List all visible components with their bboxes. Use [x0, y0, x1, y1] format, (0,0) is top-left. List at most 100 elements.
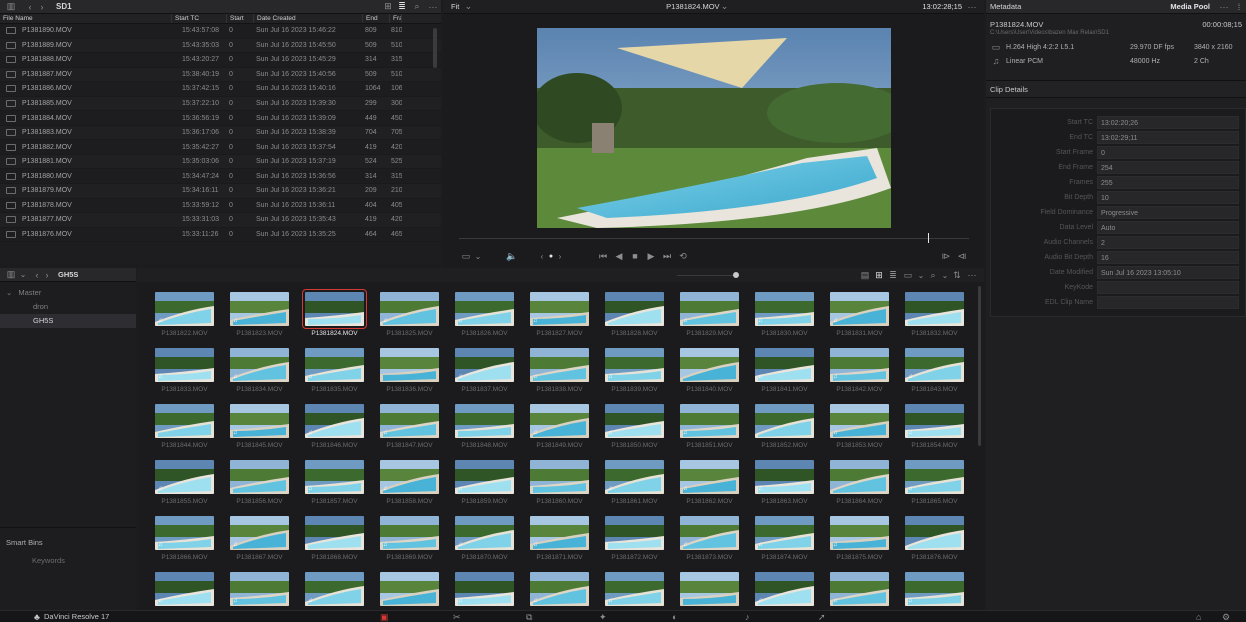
list-view-icon[interactable]: ≣: [395, 1, 409, 12]
clip-thumbnail[interactable]: [380, 348, 439, 382]
clip-thumbnail[interactable]: [155, 404, 214, 438]
mark-out-icon[interactable]: ⧏: [954, 251, 970, 262]
viewer-layout-icon[interactable]: ▭: [459, 251, 473, 262]
clip-thumbnail[interactable]: ♫: [605, 572, 664, 606]
col-end[interactable]: End: [363, 14, 390, 23]
clip-thumbnail[interactable]: ♫: [230, 572, 289, 606]
clip-thumbnail[interactable]: ♫: [755, 348, 814, 382]
clip-thumbnail[interactable]: [680, 348, 739, 382]
file-list-row[interactable]: P1381889.MOV 15:43:35:03 0 Sun Jul 16 2023 …: [0, 38, 441, 54]
edit-icon[interactable]: ⧉: [526, 611, 532, 622]
grid-search-icon[interactable]: ⌕: [926, 270, 940, 281]
clip-details-header[interactable]: Clip Details: [986, 80, 1246, 98]
metadata-field-value[interactable]: Sun Jul 16 2023 13:05:10: [1097, 266, 1239, 279]
color-icon[interactable]: ◐: [672, 611, 677, 622]
col-start[interactable]: Start: [227, 14, 254, 23]
clip-thumbnail[interactable]: ♫: [155, 516, 214, 550]
clip-thumbnail[interactable]: ♫: [455, 292, 514, 326]
metadata-field-value[interactable]: 10: [1097, 191, 1239, 204]
clip-title-chevron-icon[interactable]: ⌄: [720, 1, 730, 12]
master-chevron-icon[interactable]: ⌄: [6, 288, 12, 297]
bin-list-toggle-icon[interactable]: ▥: [4, 269, 18, 280]
clip-thumbnail[interactable]: ♫: [605, 404, 664, 438]
clip-thumbnail[interactable]: ♫: [830, 348, 889, 382]
clip-thumbnail[interactable]: ♫: [530, 572, 589, 606]
jog-left-icon[interactable]: ‹: [537, 252, 547, 261]
more-options-icon[interactable]: ···: [425, 2, 441, 12]
clip-thumbnail[interactable]: ♫: [680, 404, 739, 438]
metadata-field-value[interactable]: 255: [1097, 176, 1239, 189]
clip-thumbnail[interactable]: [605, 292, 664, 326]
loop-icon[interactable]: ⟲: [675, 251, 691, 262]
media-grid-scrollbar[interactable]: [978, 286, 981, 446]
go-to-start-icon[interactable]: ⏮: [595, 251, 611, 262]
stop-icon[interactable]: ■: [627, 251, 643, 261]
viewer-layout-chevron-icon[interactable]: ⌄: [473, 252, 483, 261]
clip-thumbnail[interactable]: ♫: [380, 460, 439, 494]
clip-thumbnail[interactable]: ♫: [830, 404, 889, 438]
clip-thumbnail[interactable]: ♫: [905, 348, 964, 382]
file-list-row[interactable]: P1381885.MOV 15:37:22:10 0 Sun Jul 16 2023 …: [0, 96, 441, 112]
col-date-created[interactable]: Date Created: [254, 14, 363, 23]
clip-thumbnail[interactable]: ♫: [305, 572, 364, 606]
metadata-field-value[interactable]: 2: [1097, 236, 1239, 249]
clip-thumbnail[interactable]: [455, 404, 514, 438]
thumbnail-grid-icon[interactable]: ⊞: [872, 270, 886, 281]
mark-in-icon[interactable]: ⧐: [938, 251, 954, 262]
clip-thumbnail[interactable]: ♫: [530, 348, 589, 382]
clip-thumbnail[interactable]: [230, 460, 289, 494]
go-to-end-icon[interactable]: ⏭: [659, 251, 675, 262]
viewer-options-icon[interactable]: ···: [962, 2, 982, 12]
clip-thumbnail[interactable]: ♫: [905, 572, 964, 606]
clip-thumbnail[interactable]: ♫: [305, 404, 364, 438]
project-manager-icon[interactable]: ⌂: [1196, 611, 1201, 622]
bin-dron[interactable]: dron: [0, 300, 136, 314]
file-list-row[interactable]: P1381886.MOV 15:37:42:15 0 Sun Jul 16 2023 …: [0, 82, 441, 97]
clip-thumbnail[interactable]: [830, 460, 889, 494]
jog-right-icon[interactable]: ›: [555, 252, 565, 261]
file-list-row[interactable]: P1381888.MOV 15:43:20:27 0 Sun Jul 16 2023 …: [0, 53, 441, 68]
clip-thumbnail[interactable]: ♫: [155, 572, 214, 606]
grid-options-icon[interactable]: ···: [964, 270, 980, 280]
col-frames[interactable]: Fram: [390, 14, 402, 23]
clip-thumbnail[interactable]: ♫: [380, 516, 439, 550]
metadata-field-value[interactable]: 13:02:29;11: [1097, 131, 1239, 144]
keywords-bin[interactable]: Keywords: [32, 556, 65, 565]
metadata-field-value[interactable]: 0: [1097, 146, 1239, 159]
clip-thumbnail[interactable]: ♫: [680, 460, 739, 494]
media-pool-options-icon[interactable]: ···: [1216, 2, 1232, 12]
file-list-row[interactable]: P1381883.MOV 15:36:17:06 0 Sun Jul 16 2023 …: [0, 125, 441, 141]
deliver-icon[interactable]: ➚: [818, 611, 826, 622]
clip-view-chevron-icon[interactable]: ⌄: [916, 271, 926, 280]
clip-thumbnail[interactable]: ♫: [905, 460, 964, 494]
metadata-view-icon[interactable]: ▤: [858, 270, 872, 281]
media-icon[interactable]: ▣: [380, 611, 389, 622]
play-reverse-icon[interactable]: ◀: [611, 251, 627, 262]
clip-thumbnail[interactable]: ♫: [455, 460, 514, 494]
clip-thumbnail[interactable]: ♫: [230, 516, 289, 550]
clip-thumbnail[interactable]: ♫: [155, 292, 214, 326]
clip-thumbnail[interactable]: ♫: [530, 516, 589, 550]
metadata-field-value[interactable]: 16: [1097, 251, 1239, 264]
clip-thumbnail[interactable]: ♫: [230, 292, 289, 326]
file-list-row[interactable]: P1381878.MOV 15:33:59:12 0 Sun Jul 16 2023 …: [0, 199, 441, 214]
metadata-field-value[interactable]: Progressive: [1097, 206, 1239, 219]
forward-icon[interactable]: ›: [36, 2, 48, 12]
inspector-toggle-icon[interactable]: ⁞: [1232, 2, 1246, 12]
clip-thumbnail[interactable]: ♫: [680, 292, 739, 326]
clip-thumbnail[interactable]: ♫: [155, 460, 214, 494]
file-list-row[interactable]: P1381884.MOV 15:36:56:19 0 Sun Jul 16 2023 …: [0, 111, 441, 126]
clip-thumbnail[interactable]: [755, 404, 814, 438]
file-list-row[interactable]: P1381877.MOV 15:33:31:03 0 Sun Jul 16 2023 …: [0, 213, 441, 228]
zoom-dropdown[interactable]: Fit: [451, 2, 459, 11]
bin-forward-icon[interactable]: ›: [42, 270, 52, 280]
audio-speaker-icon[interactable]: 🔈: [505, 251, 519, 262]
file-list-row[interactable]: P1381890.MOV 15:43:57:08 0 Sun Jul 16 2023 …: [0, 24, 441, 39]
clip-thumbnail[interactable]: ♫: [680, 516, 739, 550]
col-start-tc[interactable]: Start TC: [172, 14, 227, 23]
metadata-field-value[interactable]: 13:02:20;26: [1097, 116, 1239, 129]
metadata-field-value[interactable]: [1097, 296, 1239, 309]
search-icon[interactable]: ⌕: [409, 1, 425, 12]
file-list-row[interactable]: P1381881.MOV 15:35:03:06 0 Sun Jul 16 2023 …: [0, 154, 441, 170]
clip-thumbnail[interactable]: ♫: [605, 460, 664, 494]
